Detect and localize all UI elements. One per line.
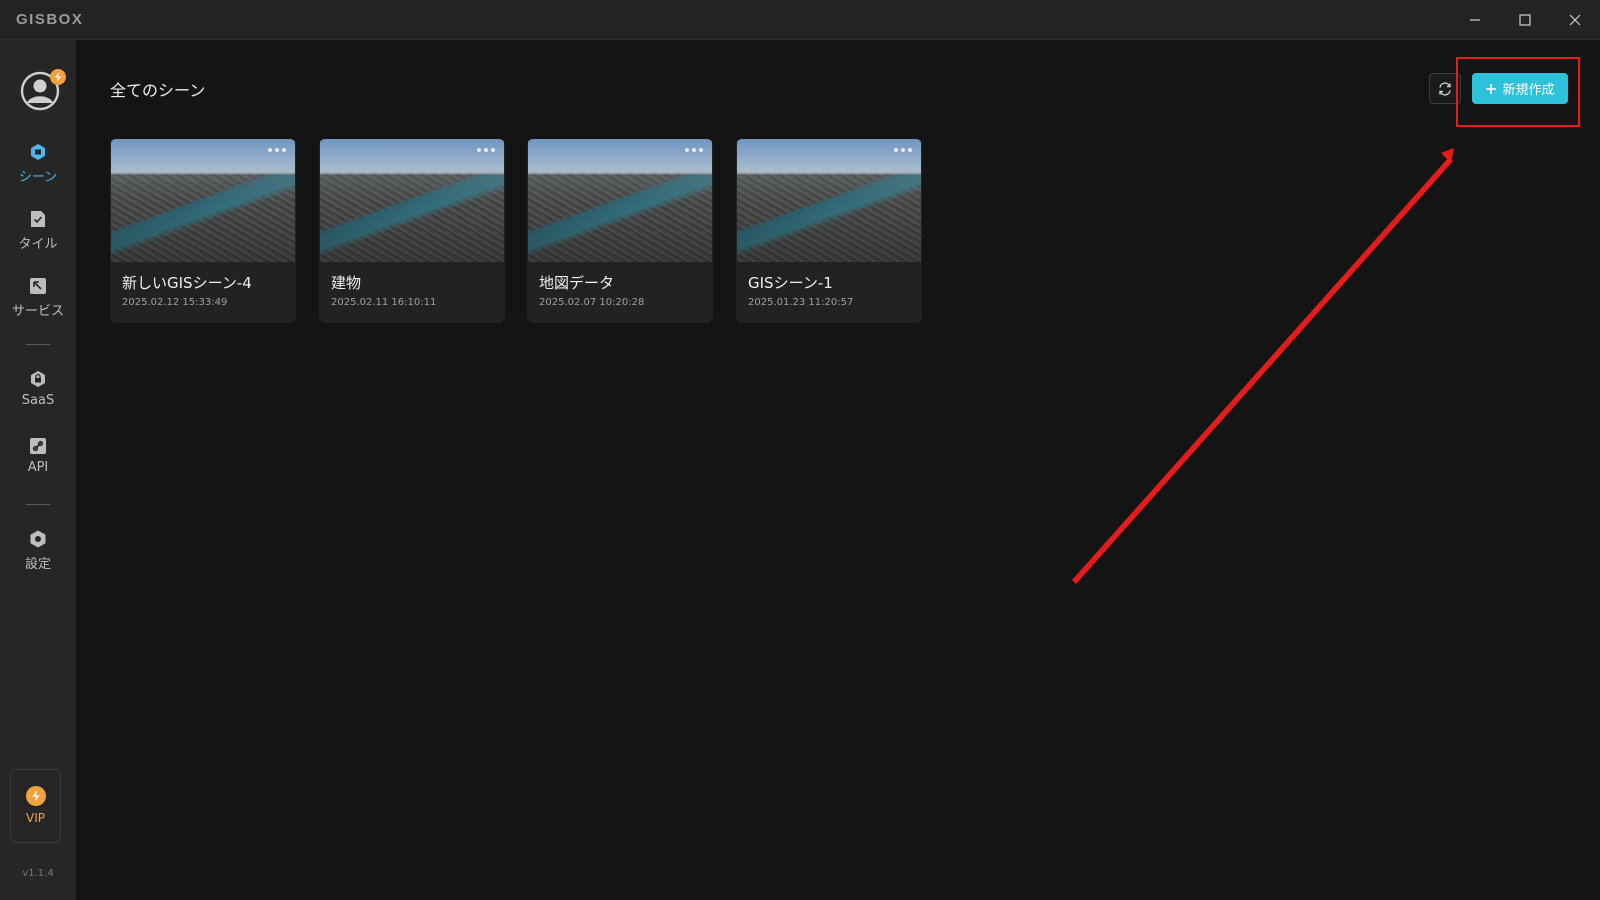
scene-card[interactable]: 地図データ 2025.02.07 10:20:28 — [527, 139, 713, 323]
sidebar-item-label: API — [27, 460, 49, 475]
scene-card[interactable]: 新しいGISシーン-4 2025.02.12 15:33:49 — [110, 139, 296, 323]
sidebar-item-tile[interactable]: タイル — [0, 207, 76, 267]
scene-thumbnail — [320, 139, 504, 262]
scene-date: 2025.02.07 10:20:28 — [539, 297, 645, 308]
plus-icon — [1486, 83, 1497, 94]
scene-title: 新しいGISシーン-4 — [122, 274, 252, 292]
tile-icon — [31, 211, 45, 227]
scene-date: 2025.02.12 15:33:49 — [122, 297, 228, 308]
maximize-button[interactable] — [1500, 0, 1550, 40]
minimize-icon — [1470, 19, 1480, 21]
more-options-icon[interactable] — [894, 148, 912, 152]
sidebar-item-saas[interactable]: SaaS — [0, 367, 76, 427]
version-label: v1.1.4 — [22, 868, 54, 879]
scene-thumbnail — [528, 139, 712, 262]
sidebar-item-scene[interactable]: シーン — [0, 140, 76, 200]
scene-title: 地図データ — [539, 274, 615, 292]
refresh-button[interactable] — [1429, 73, 1461, 104]
app-logo: GISBOX — [16, 11, 84, 28]
sidebar-divider — [26, 504, 50, 505]
title-bar: GISBOX — [0, 0, 1600, 40]
close-icon — [1569, 14, 1581, 26]
new-scene-button[interactable]: 新規作成 — [1472, 73, 1568, 104]
scene-date: 2025.02.11 16:10:11 — [331, 297, 437, 308]
vip-button[interactable]: VIP — [10, 769, 61, 843]
more-options-icon[interactable] — [685, 148, 703, 152]
more-options-icon[interactable] — [268, 148, 286, 152]
settings-icon — [30, 530, 46, 548]
sidebar-item-label: シーン — [18, 170, 58, 185]
close-button[interactable] — [1550, 0, 1600, 40]
vip-label: VIP — [26, 811, 45, 825]
scene-card[interactable]: GISシーン-1 2025.01.23 11:20:57 — [736, 139, 922, 323]
annotation-arrow — [1072, 148, 1454, 584]
sidebar: シーン タイル サービス SaaS API 設定 VIP v1.1.4 — [0, 40, 76, 900]
app-window: GISBOX シーン タイル サービス SaaS API 設定 VIP v1.1… — [0, 0, 1600, 900]
scene-date: 2025.01.23 11:20:57 — [748, 297, 854, 308]
vip-badge-icon — [50, 69, 66, 85]
sidebar-divider — [26, 344, 50, 345]
sidebar-item-label: サービス — [11, 304, 64, 319]
more-options-icon[interactable] — [477, 148, 495, 152]
sidebar-item-service[interactable]: サービス — [0, 274, 76, 334]
sidebar-item-settings[interactable]: 設定 — [0, 527, 76, 587]
page-title: 全てのシーン — [110, 81, 206, 100]
minimize-button[interactable] — [1450, 0, 1500, 40]
maximize-icon — [1519, 14, 1531, 26]
service-icon — [30, 278, 46, 294]
sidebar-item-api[interactable]: API — [0, 434, 76, 494]
sidebar-item-label: 設定 — [24, 557, 51, 572]
scene-icon — [31, 144, 45, 160]
lock-icon — [31, 371, 45, 387]
scene-title: GISシーン-1 — [748, 274, 833, 292]
scene-title: 建物 — [331, 274, 362, 292]
scene-card[interactable]: 建物 2025.02.11 16:10:11 — [319, 139, 505, 323]
sidebar-item-label: タイル — [18, 237, 58, 252]
lightning-icon — [25, 786, 46, 806]
new-scene-button-label: 新規作成 — [1502, 83, 1555, 98]
sidebar-item-label: SaaS — [21, 393, 55, 408]
api-icon — [30, 438, 46, 454]
scene-thumbnail — [111, 139, 295, 262]
refresh-icon — [1439, 81, 1451, 96]
scene-thumbnail — [737, 139, 921, 262]
